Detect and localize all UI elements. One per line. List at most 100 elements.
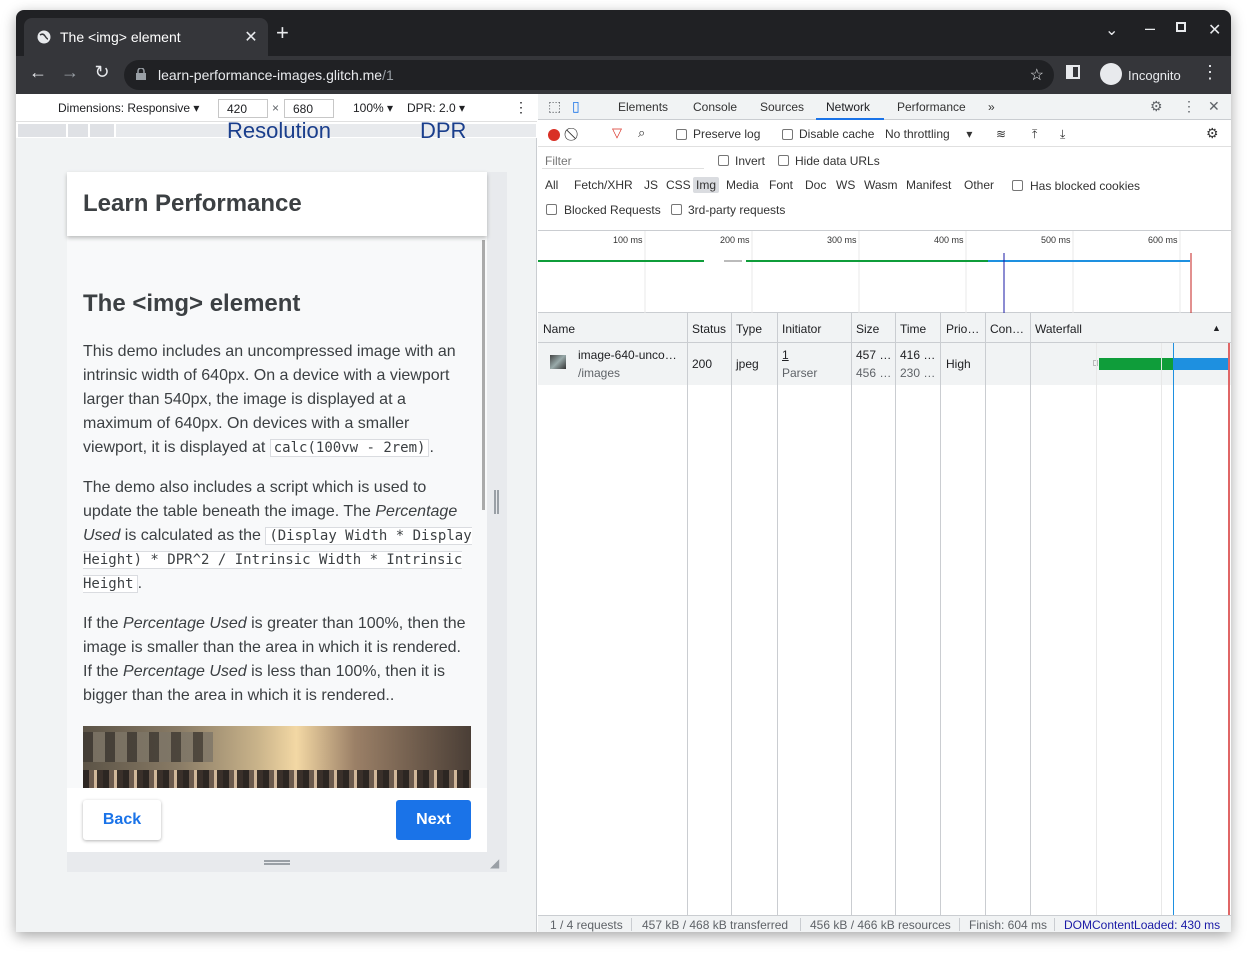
dpr-dropdown[interactable]: DPR: 2.0 ▾ [407,101,465,115]
inspect-element-icon[interactable]: ⬚ [548,98,561,115]
row-size: 457 … [856,348,892,362]
viewport-width-input[interactable] [218,99,268,118]
filter-type-manifest[interactable]: Manifest [906,178,951,192]
column-divider [731,313,732,915]
filter-type-fetch-xhr[interactable]: Fetch/XHR [574,178,633,192]
row-name: image-640-unco… [578,348,677,362]
disable-cache-checkbox[interactable] [782,129,793,140]
hide-data-urls-checkbox[interactable] [778,155,789,166]
throttling-dropdown[interactable]: No throttling ▾ [885,127,972,141]
record-icon[interactable] [548,129,560,141]
tab-search-icon[interactable]: ⌄ [1105,20,1118,40]
device-toggle-icon[interactable]: ▯ [572,98,580,115]
viewport-resize-handle-bottom[interactable] [67,852,507,872]
col-type[interactable]: Type [736,322,762,336]
minimize-icon[interactable]: – [1145,18,1155,39]
status-separator [631,918,632,931]
zoom-dropdown[interactable]: 100% ▾ [353,101,393,115]
filter-type-font[interactable]: Font [769,178,793,192]
device-toolbar-menu-icon[interactable]: ⋮ [514,99,528,116]
filter-funnel-icon[interactable]: ▽ [612,125,622,141]
back-arrow-icon[interactable]: ← [26,62,50,83]
viewport-resize-handle-right[interactable] [487,172,507,852]
table-row[interactable]: image-640-unco… /images 200 jpeg 1 Parse… [538,343,1231,385]
side-panel-icon[interactable] [1066,65,1080,79]
address-bar[interactable]: learn-performance-images.glitch.me/1 ☆ [124,60,1054,90]
media-query-segment[interactable] [18,124,66,137]
close-devtools-icon[interactable]: ✕ [1208,98,1220,115]
browser-tab[interactable]: The <img> element ✕ [24,18,268,56]
network-settings-icon[interactable]: ⚙ [1206,125,1219,142]
filter-type-ws[interactable]: WS [836,178,855,192]
filter-type-js[interactable]: JS [644,178,658,192]
col-connection[interactable]: Con… [990,322,1024,336]
tab-performance[interactable]: Performance [897,100,966,114]
has-blocked-cookies-checkbox[interactable] [1012,180,1023,191]
next-button[interactable]: Next [396,800,471,840]
export-har-icon[interactable]: ⤓ [1060,127,1065,142]
row-initiator-sub: Parser [782,366,818,380]
row-status: 200 [692,357,713,371]
tab-network[interactable]: Network [826,100,870,114]
active-tab-indicator [816,118,884,120]
filter-type-img[interactable]: Img [693,177,720,193]
close-window-icon[interactable]: ✕ [1208,20,1221,40]
invert-checkbox[interactable] [718,155,729,166]
page-header-title: Learn Performance [83,190,302,217]
forward-arrow-icon[interactable]: → [58,62,82,83]
media-query-segment[interactable] [90,124,114,137]
preserve-log-checkbox[interactable] [676,129,687,140]
lock-icon [136,68,146,80]
tab-console[interactable]: Console [693,100,737,114]
dom-content-loaded-line [1173,343,1174,915]
col-name[interactable]: Name [543,322,575,336]
close-tab-icon[interactable]: ✕ [242,27,260,47]
import-har-icon[interactable]: ⤒ [1032,127,1037,142]
col-priority[interactable]: Prio… [946,322,979,336]
network-overview[interactable]: 100 ms 200 ms 300 ms 400 ms 500 ms 600 m… [538,231,1231,313]
devtools-menu-icon[interactable]: ⋮ [1182,98,1196,115]
dimensions-dropdown[interactable]: Dimensions: Responsive ▾ [58,101,199,115]
filter-input[interactable] [542,151,704,169]
reload-icon[interactable]: ↻ [90,62,114,83]
col-initiator[interactable]: Initiator [782,322,821,336]
tab-sources[interactable]: Sources [760,100,804,114]
filter-type-doc[interactable]: Doc [805,178,826,192]
hide-data-urls-label: Hide data URLs [795,154,880,168]
viewport-height-input[interactable] [284,99,334,118]
column-divider [895,313,896,915]
page-scrollbar[interactable] [482,240,485,510]
search-icon[interactable]: ⌕ [638,125,645,141]
media-query-bar[interactable]: Resolution DPR [16,118,537,143]
filter-type-all[interactable]: All [545,178,558,192]
blocked-requests-checkbox[interactable] [546,204,557,215]
filter-type-wasm[interactable]: Wasm [864,178,898,192]
media-query-segment[interactable] [68,124,88,137]
col-status[interactable]: Status [692,322,726,336]
waterfall-gridline [1161,343,1162,915]
maximize-icon[interactable] [1176,22,1186,32]
status-dom-content-loaded: DOMContentLoaded: 430 ms [1064,918,1221,932]
page-content[interactable]: The <img> element This demo includes an … [67,236,487,788]
filter-type-media[interactable]: Media [726,178,759,192]
filter-type-other[interactable]: Other [964,178,994,192]
tab-elements[interactable]: Elements [618,100,668,114]
sort-ascending-icon[interactable]: ▲ [1212,323,1221,333]
network-conditions-icon[interactable]: ≋ [996,127,1006,141]
preserve-log-label: Preserve log [693,127,761,141]
settings-gear-icon[interactable]: ⚙ [1150,98,1163,115]
col-waterfall[interactable]: Waterfall [1035,322,1082,336]
bookmark-star-icon[interactable]: ☆ [1030,65,1044,85]
row-initiator-link[interactable]: 1 [782,348,789,362]
third-party-checkbox[interactable] [671,204,682,215]
col-time[interactable]: Time [900,322,926,336]
new-tab-icon[interactable]: + [276,22,289,44]
filter-type-css[interactable]: CSS [666,178,691,192]
status-resources: 456 kB / 466 kB resources [810,918,951,932]
menu-kebab-icon[interactable]: ⋮ [1198,62,1222,83]
col-size[interactable]: Size [856,322,879,336]
more-tabs-icon[interactable]: » [988,100,995,114]
incognito-profile-button[interactable]: Incognito [1096,60,1188,90]
back-button[interactable]: Back [83,800,161,840]
viewport-resize-corner-icon[interactable]: ◢ [490,856,499,870]
